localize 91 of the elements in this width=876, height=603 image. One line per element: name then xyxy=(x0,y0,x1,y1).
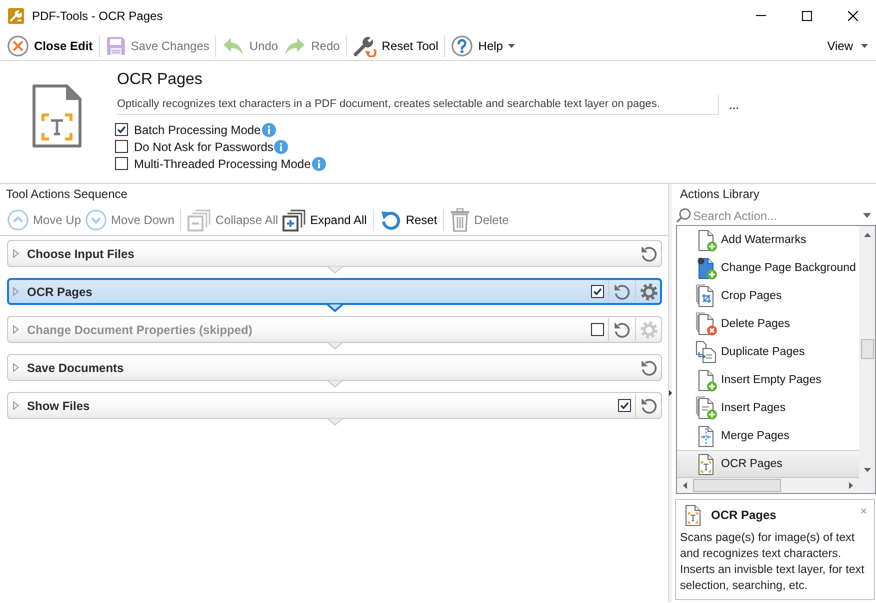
section-title: Tool Actions Sequence xyxy=(5,186,128,203)
expand-arrow-icon[interactable] xyxy=(13,249,19,258)
library-item[interactable]: OCR Pages xyxy=(677,450,859,478)
library-item[interactable]: Insert Empty Pages xyxy=(677,366,859,394)
action-label: OCR Pages xyxy=(27,284,92,298)
help-button[interactable]: Help xyxy=(448,32,518,58)
flow-connector xyxy=(326,266,342,274)
flow-connector xyxy=(326,418,342,426)
chevron-down-circle-icon xyxy=(85,208,108,230)
app-logo-icon xyxy=(8,8,24,24)
tool-title: OCR Pages xyxy=(117,70,202,89)
action-row[interactable]: Save Documents xyxy=(7,354,662,381)
action-label: Save Documents xyxy=(27,360,124,374)
library-item[interactable]: Delete Pages xyxy=(677,310,859,338)
checkbox[interactable] xyxy=(115,140,128,153)
close-edit-button[interactable]: Close Edit xyxy=(4,32,96,58)
option-label: Multi-Threaded Processing Mode xyxy=(134,156,311,170)
flow-connector xyxy=(326,380,342,388)
checkbox[interactable] xyxy=(591,285,604,298)
redo-arrow-icon xyxy=(284,36,306,56)
action-label: Change Document Properties (skipped) xyxy=(27,322,252,336)
reset-icon[interactable] xyxy=(640,244,658,262)
minimize-icon xyxy=(756,15,766,16)
checkbox[interactable] xyxy=(115,157,128,170)
flow-connector xyxy=(326,304,342,312)
library-item[interactable]: Insert Pages xyxy=(677,394,859,422)
action-row[interactable]: OCR Pages xyxy=(7,278,662,305)
scroll-down-arrow-icon[interactable] xyxy=(864,468,870,472)
vertical-scrollbar[interactable] xyxy=(859,226,875,478)
caret-right-icon[interactable] xyxy=(669,390,672,396)
reset-tool-button[interactable]: Reset Tool xyxy=(350,32,442,58)
horizontal-scrollbar[interactable] xyxy=(677,478,859,493)
expand-all-button[interactable]: Expand All xyxy=(280,206,369,232)
filled-page-plus-icon xyxy=(695,256,718,280)
library-item[interactable]: Merge Pages xyxy=(677,422,859,450)
expand-arrow-icon[interactable] xyxy=(13,363,19,372)
info-title: OCR Pages xyxy=(711,508,776,522)
window-title: PDF-Tools - OCR Pages xyxy=(32,8,163,22)
reset-icon[interactable] xyxy=(640,396,658,414)
scroll-thumb[interactable] xyxy=(860,339,874,359)
tool-description: Optically recognizes text characters in a PDF document, creates selectable and searchable text layer on pages. xyxy=(117,95,718,115)
pages-plus-icon xyxy=(695,396,718,420)
checkbox[interactable] xyxy=(115,123,128,136)
scroll-right-arrow-icon[interactable] xyxy=(849,482,853,489)
library-item[interactable]: Change Page Background xyxy=(677,254,859,282)
expand-arrow-icon[interactable] xyxy=(13,325,19,334)
trash-icon xyxy=(450,208,470,232)
expand-arrow-icon[interactable] xyxy=(13,401,19,410)
wrench-icon xyxy=(352,34,377,56)
pages-plus-icon xyxy=(282,208,306,232)
reset-arrow-icon xyxy=(380,208,402,230)
info-icon xyxy=(262,122,276,136)
search-icon xyxy=(676,208,691,223)
action-row[interactable]: Choose Input Files xyxy=(7,240,662,267)
action-row[interactable]: Show Files xyxy=(7,392,662,419)
dropdown-caret-icon[interactable] xyxy=(863,213,871,218)
help-icon xyxy=(451,34,474,56)
checkbox[interactable] xyxy=(618,399,631,412)
more-button[interactable]: ... xyxy=(727,98,742,112)
info-description: Scans page(s) for image(s) of text and recognizes text characters. Inserts an invisble text layer, for text selection, searching, etc. xyxy=(680,530,866,594)
info-icon xyxy=(312,156,326,170)
chevron-up-circle-icon xyxy=(7,208,29,230)
checkbox[interactable] xyxy=(591,323,604,336)
reset-icon[interactable] xyxy=(613,282,631,300)
view-menu-button[interactable]: View xyxy=(824,32,871,58)
page-delete-icon xyxy=(695,312,718,336)
pages-copy-icon xyxy=(695,340,718,364)
action-label: Choose Input Files xyxy=(27,246,134,260)
option-label: Batch Processing Mode xyxy=(134,122,261,136)
gear-icon[interactable] xyxy=(640,282,658,300)
scroll-up-arrow-icon[interactable] xyxy=(864,232,870,236)
pages-minus-icon xyxy=(187,208,212,232)
flow-connector xyxy=(326,342,342,350)
close-circle-icon xyxy=(7,34,29,56)
library-item[interactable]: Add Watermarks xyxy=(677,226,859,254)
library-item[interactable]: Duplicate Pages xyxy=(677,338,859,366)
reset-icon[interactable] xyxy=(640,358,658,376)
library-item[interactable]: Crop Pages xyxy=(677,282,859,310)
action-label: Show Files xyxy=(27,398,90,412)
maximize-icon xyxy=(802,10,812,20)
option-label: Do Not Ask for Passwords xyxy=(134,140,274,154)
section-title: Actions Library xyxy=(679,186,760,203)
scroll-left-arrow-icon[interactable] xyxy=(683,482,687,489)
info-icon xyxy=(274,140,288,154)
scroll-thumb[interactable] xyxy=(693,479,781,492)
reset-icon[interactable] xyxy=(613,320,631,338)
close-icon xyxy=(848,10,858,20)
reset-button[interactable]: Reset xyxy=(378,206,440,232)
search-field[interactable]: Search Action... xyxy=(693,208,853,222)
ocr-document-icon xyxy=(31,83,83,149)
undo-arrow-icon xyxy=(222,36,244,56)
